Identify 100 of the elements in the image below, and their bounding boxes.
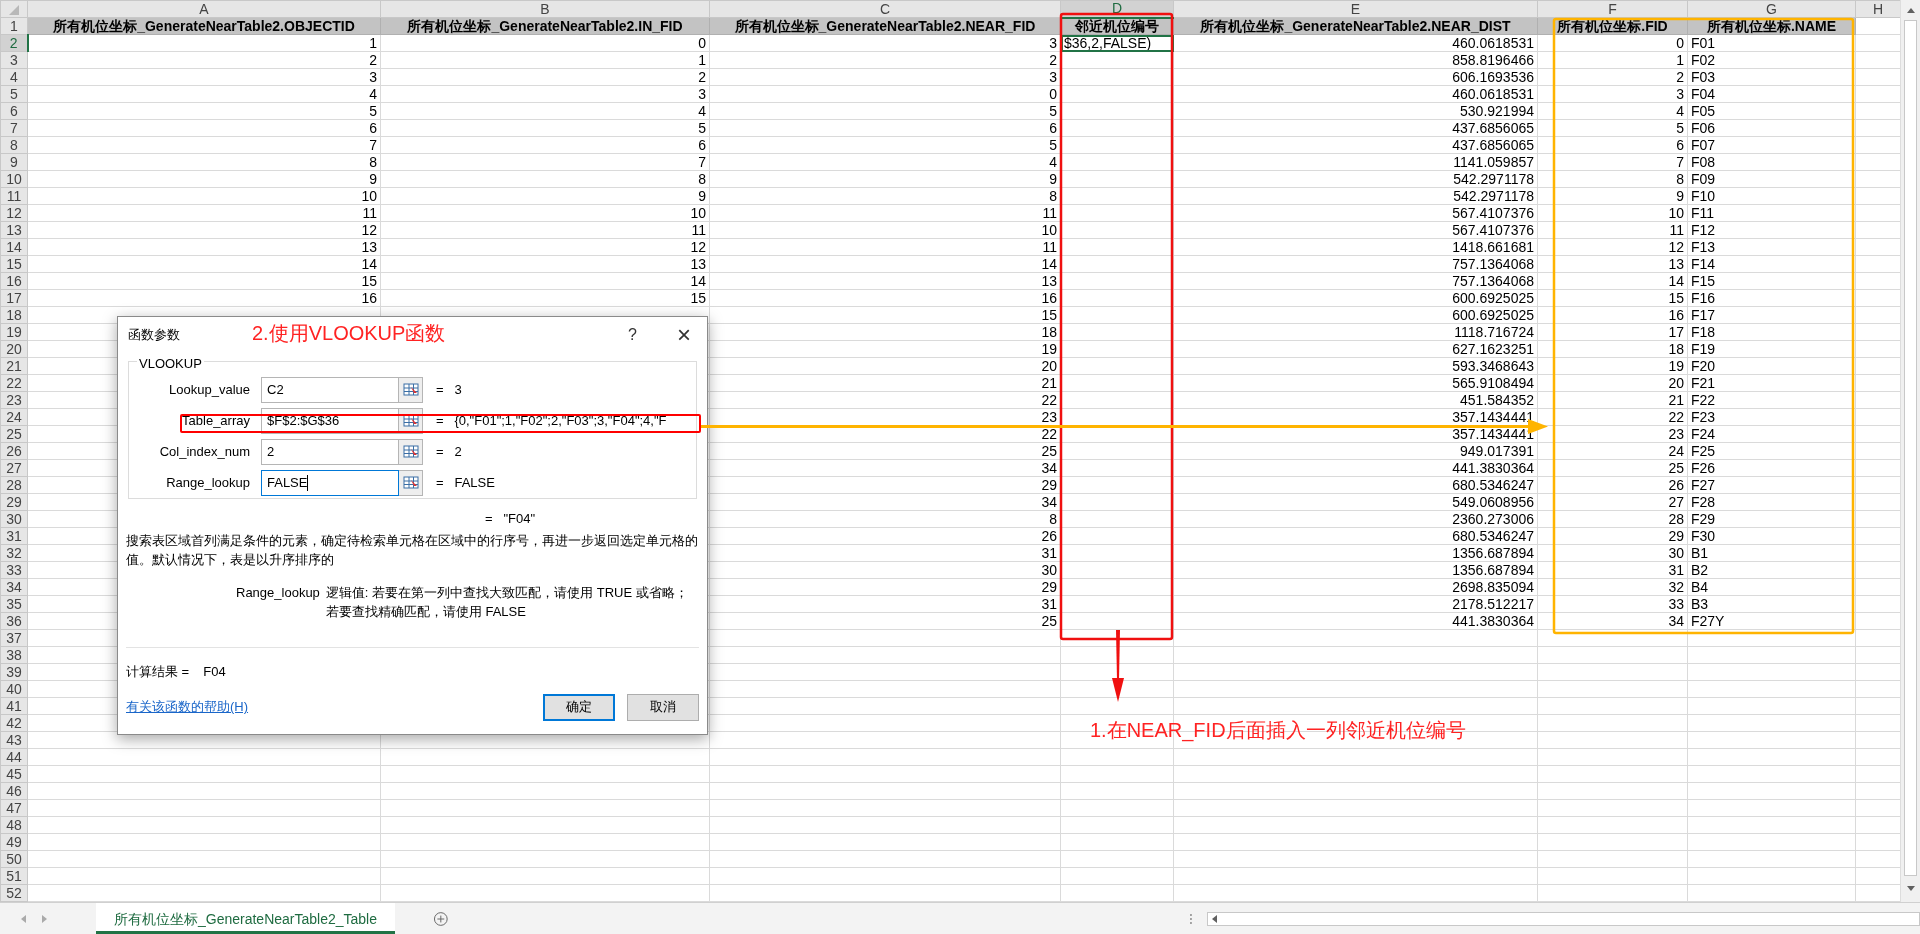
table-cell: 11 bbox=[380, 221, 710, 239]
table-cell: 6 bbox=[27, 119, 381, 137]
table-cell: 18 bbox=[1537, 340, 1688, 358]
table-cell: 1356.687894 bbox=[1173, 544, 1538, 562]
table-cell: 567.4107376 bbox=[1173, 221, 1538, 239]
table-cell: F11 bbox=[1687, 204, 1856, 222]
table-cell: 542.2971178 bbox=[1173, 187, 1538, 205]
table-cell: F27Y bbox=[1687, 612, 1856, 630]
table-cell: 2 bbox=[27, 51, 381, 69]
argument-result: = {0,"F01";1,"F02";2,"F03";3,"F04";4,"F bbox=[436, 411, 667, 430]
table-cell: F29 bbox=[1687, 510, 1856, 528]
table-cell: 9 bbox=[380, 187, 710, 205]
table-cell: 1418.661681 bbox=[1173, 238, 1538, 256]
table-cell: F02 bbox=[1687, 51, 1856, 69]
table-cell: 16 bbox=[1537, 306, 1688, 324]
table-cell: F24 bbox=[1687, 425, 1856, 443]
table-cell: 14 bbox=[380, 272, 710, 290]
table-cell: 30 bbox=[1537, 544, 1688, 562]
table-cell: 593.3468643 bbox=[1173, 357, 1538, 375]
table-cell: B3 bbox=[1687, 595, 1856, 613]
sheet-tab[interactable]: 所有机位坐标_GenerateNearTable2_Table bbox=[96, 903, 395, 934]
annotation-text: 2.使用VLOOKUP函数 bbox=[252, 321, 446, 345]
table-cell: F12 bbox=[1687, 221, 1856, 239]
horizontal-scrollbar[interactable] bbox=[1206, 911, 1920, 926]
range-select-button[interactable] bbox=[399, 376, 423, 403]
table-cell: 7 bbox=[380, 153, 710, 171]
column-header[interactable]: A bbox=[27, 0, 381, 18]
argument-result: = FALSE bbox=[436, 473, 495, 492]
vertical-scrollbar[interactable] bbox=[1900, 0, 1920, 902]
column-header[interactable]: E bbox=[1173, 0, 1538, 18]
argument-result: = 3 bbox=[436, 380, 462, 399]
formula-result: = "F04" bbox=[485, 510, 537, 525]
input-field[interactable]: 2 bbox=[261, 438, 399, 465]
cancel-button[interactable]: 取消 bbox=[627, 693, 699, 721]
add-sheet-icon[interactable] bbox=[433, 910, 449, 927]
table-cell: 2698.835094 bbox=[1173, 578, 1538, 596]
table-cell: 13 bbox=[380, 255, 710, 273]
table-cell: 7 bbox=[1537, 153, 1688, 171]
table-cell: 1356.687894 bbox=[1173, 561, 1538, 579]
table-cell: 680.5346247 bbox=[1173, 527, 1538, 545]
table-cell: 0 bbox=[1537, 34, 1688, 52]
table-cell: 4 bbox=[27, 85, 381, 103]
previous-sheet-icon[interactable] bbox=[20, 913, 27, 924]
table-cell: 31 bbox=[1537, 561, 1688, 579]
table-cell: 16 bbox=[27, 289, 381, 307]
table-cell: 14 bbox=[1537, 272, 1688, 290]
argument-result: = 2 bbox=[436, 442, 462, 461]
range-select-button[interactable] bbox=[399, 469, 423, 496]
table-cell: 2360.273006 bbox=[1173, 510, 1538, 528]
table-cell: 5 bbox=[27, 102, 381, 120]
splitter-handle-icon[interactable] bbox=[1188, 912, 1193, 925]
table-cell: 437.6856065 bbox=[1173, 119, 1538, 137]
table-cell: 4 bbox=[1537, 102, 1688, 120]
table-cell: 5 bbox=[380, 119, 710, 137]
column-header[interactable]: G bbox=[1687, 0, 1856, 18]
range-select-button[interactable] bbox=[399, 438, 423, 465]
parameter-description: 逻辑值: 若要在第一列中查找大致匹配，请使用 TRUE 或省略；若要查找精确匹配，请使用 FALSE bbox=[325, 584, 689, 621]
column-header[interactable]: C bbox=[709, 0, 1061, 18]
table-cell: F06 bbox=[1687, 119, 1856, 137]
ok-button[interactable]: 确定 bbox=[543, 693, 615, 721]
table-cell: 627.1623251 bbox=[1173, 340, 1538, 358]
table-cell: 600.6925025 bbox=[1173, 289, 1538, 307]
table-cell: F14 bbox=[1687, 255, 1856, 273]
grid-icon bbox=[402, 444, 419, 459]
cell-editor[interactable]: $36,2,FALSE) bbox=[1060, 34, 1174, 52]
table-cell: 13 bbox=[1537, 255, 1688, 273]
input-field[interactable]: C2 bbox=[261, 376, 399, 403]
next-sheet-icon[interactable] bbox=[41, 913, 48, 924]
table-cell: F15 bbox=[1687, 272, 1856, 290]
table-cell: B4 bbox=[1687, 578, 1856, 596]
table-cell: F22 bbox=[1687, 391, 1856, 409]
column-header[interactable]: F bbox=[1537, 0, 1688, 18]
table-cell: 1 bbox=[380, 51, 710, 69]
input-field[interactable]: $F$2:$G$36 bbox=[261, 407, 399, 434]
table-cell: 600.6925025 bbox=[1173, 306, 1538, 324]
table-cell: F18 bbox=[1687, 323, 1856, 341]
table-cell: 6 bbox=[380, 136, 710, 154]
table-cell: 949.017391 bbox=[1173, 442, 1538, 460]
table-cell: 2 bbox=[380, 68, 710, 86]
table-cell: 19 bbox=[1537, 357, 1688, 375]
table-cell: F28 bbox=[1687, 493, 1856, 511]
table-cell: F10 bbox=[1687, 187, 1856, 205]
table-cell: 24 bbox=[1537, 442, 1688, 460]
help-button[interactable]: ? bbox=[618, 325, 647, 345]
argument-label: Col_index_num bbox=[158, 442, 251, 461]
table-cell: 13 bbox=[27, 238, 381, 256]
close-button[interactable]: × bbox=[667, 325, 701, 345]
input-field[interactable]: FALSE bbox=[261, 469, 399, 496]
column-header[interactable]: H bbox=[1855, 0, 1901, 18]
column-header[interactable]: B bbox=[380, 0, 710, 18]
table-cell: 2 bbox=[1537, 68, 1688, 86]
grid-icon bbox=[402, 382, 419, 397]
table-cell: F27 bbox=[1687, 476, 1856, 494]
table-cell: 34 bbox=[1537, 612, 1688, 630]
scroll-thumb[interactable] bbox=[1904, 20, 1917, 876]
function-description: 搜索表区域首列满足条件的元素，确定待检索单元格在区域中的行序号，再进一步返回选定单元格的值。默认情况下，表是以升序排序的 bbox=[126, 532, 699, 569]
scroll-left-icon[interactable] bbox=[1210, 913, 1218, 924]
table-cell: 3 bbox=[27, 68, 381, 86]
table-cell: F13 bbox=[1687, 238, 1856, 256]
table-cell: 8 bbox=[380, 170, 710, 188]
